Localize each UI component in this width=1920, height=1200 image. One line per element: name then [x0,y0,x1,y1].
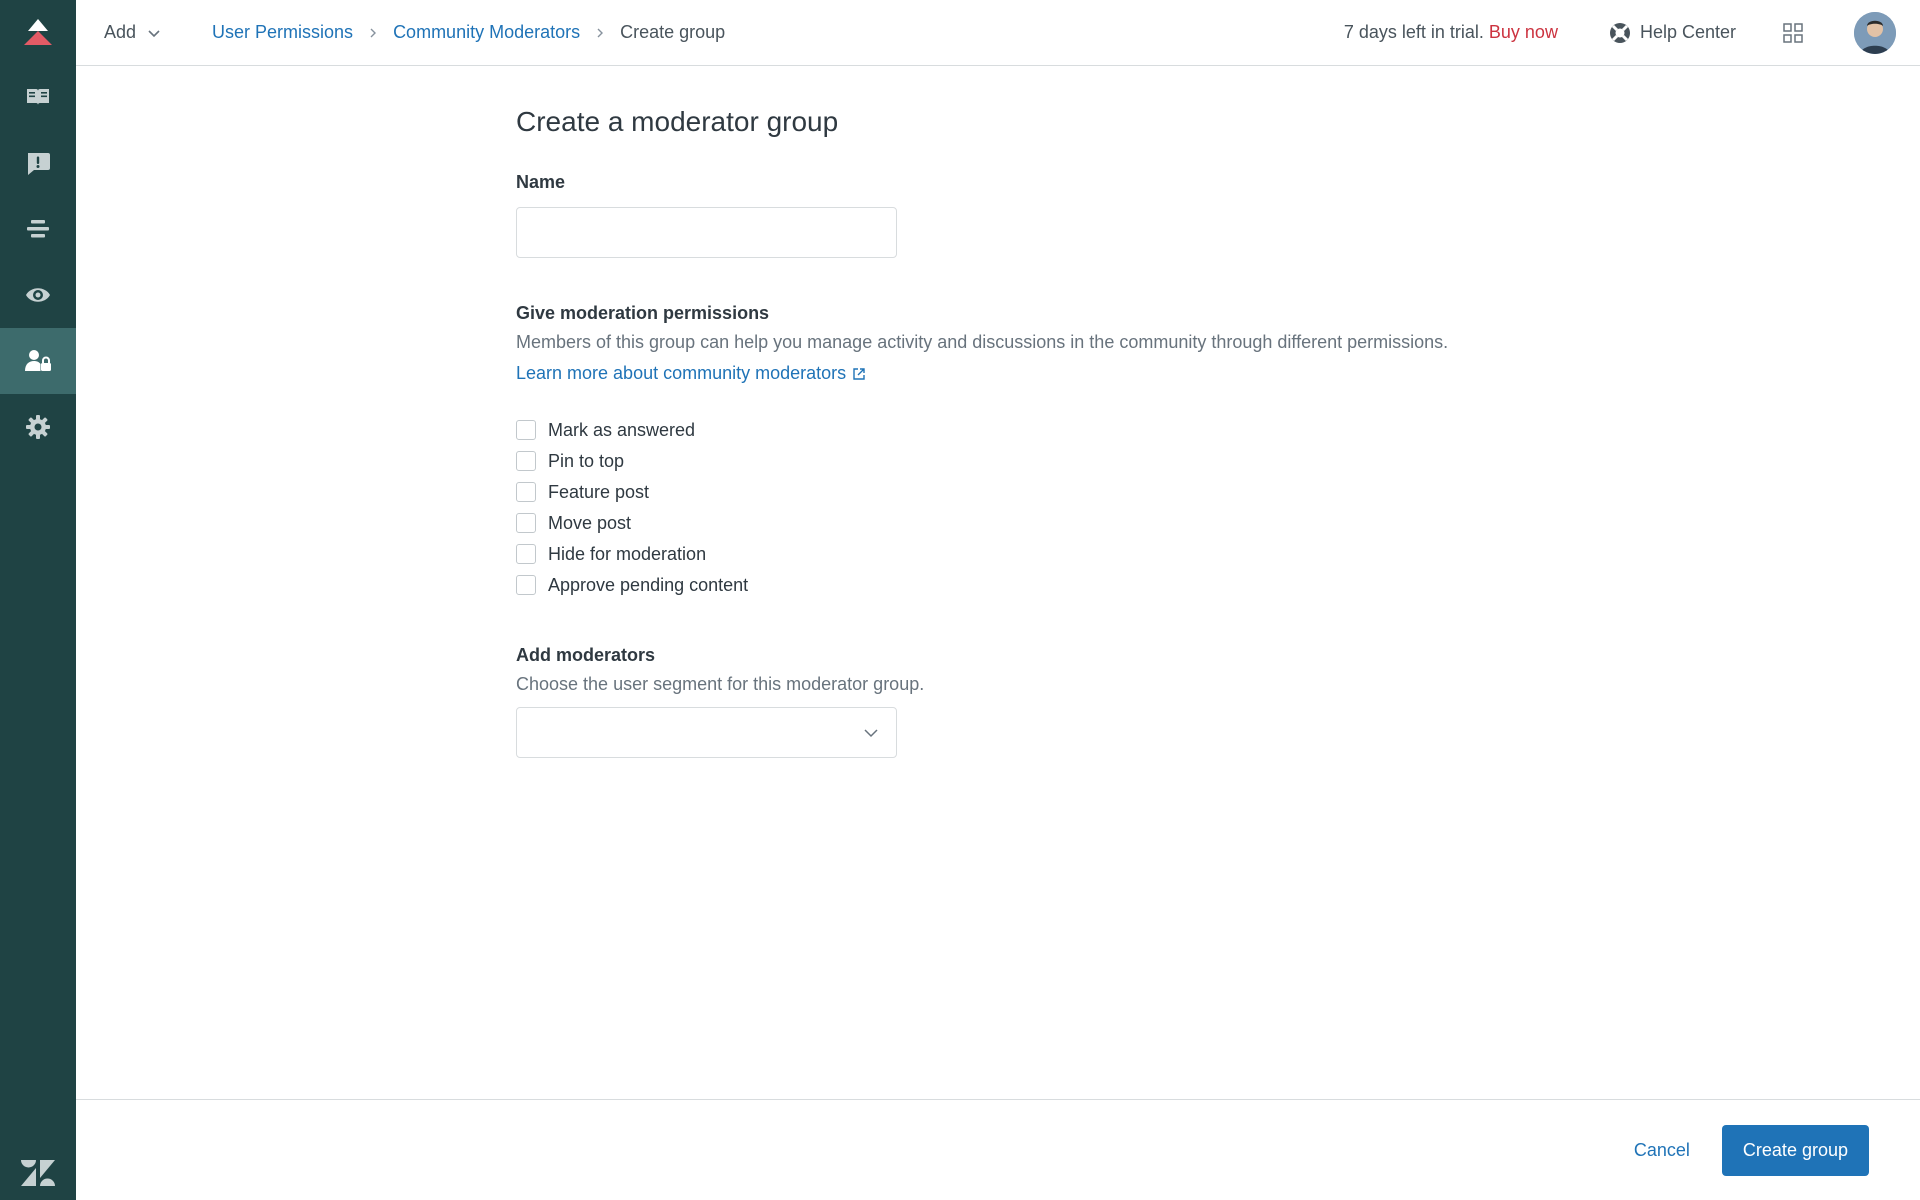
add-menu-button[interactable]: Add [104,22,162,43]
top-right-controls: 7 days left in trial. Buy now Help Cente… [1343,11,1920,54]
checkbox[interactable] [516,482,536,502]
sidebar-item-moderation[interactable] [0,130,76,196]
sidebar-item-themes[interactable] [0,262,76,328]
permission-label: Feature post [548,481,650,502]
permission-label: Mark as answered [548,419,696,440]
help-center-button[interactable]: Help Center [1608,21,1736,45]
user-segment-select[interactable] [516,707,897,758]
permission-label: Approve pending content [548,574,749,595]
permission-pin-to-top[interactable]: Pin to top [516,451,1516,471]
buy-now-link[interactable]: Buy now [1489,22,1558,43]
breadcrumb-community-moderators[interactable]: Community Moderators [393,22,580,43]
help-center-label: Help Center [1639,22,1736,42]
sidebar-item-guides[interactable] [0,64,76,130]
permission-label: Move post [548,512,632,533]
zendesk-logo-icon[interactable] [0,1160,76,1186]
permission-label: Pin to top [548,450,625,471]
sidebar-item-user-permissions[interactable] [0,328,76,394]
form-footer: Cancel Create group [76,1099,1920,1200]
add-moderators-hint: Choose the user segment for this moderat… [516,674,925,694]
top-bar: Add User Permissions Community Moderator… [76,0,1920,66]
checkbox[interactable] [516,513,536,533]
book-icon [27,89,49,105]
breadcrumb: User Permissions Community Moderators Cr… [212,22,725,43]
add-menu-label: Add [104,22,137,42]
alert-message-icon [28,153,50,175]
chevron-right-icon [367,27,379,39]
learn-more-label: Learn more about community moderators [516,363,847,383]
create-group-form: Create a moderator group Name Give moder… [516,66,1516,758]
lifebuoy-icon [1609,22,1630,43]
guide-logo-icon[interactable] [0,0,76,64]
checkbox[interactable] [516,575,536,595]
permission-mark-as-answered[interactable]: Mark as answered [516,420,1516,440]
permissions-hint: Members of this group can help you manag… [516,332,1449,352]
permission-checkbox-list: Mark as answered Pin to top Feature post… [516,420,1516,595]
external-link-icon [853,367,865,380]
sidebar-item-settings[interactable] [0,394,76,460]
sidebar-item-arrange[interactable] [0,196,76,262]
checkbox[interactable] [516,544,536,564]
create-group-button[interactable]: Create group [1721,1124,1869,1176]
chevron-down-icon [148,29,160,37]
checkbox[interactable] [516,420,536,440]
cancel-button[interactable]: Cancel [1632,1128,1692,1173]
gear-icon [26,415,50,439]
align-icon [27,220,49,238]
add-moderators-label: Add moderators [516,645,656,665]
chevron-right-icon [594,27,606,39]
permission-approve-pending-content[interactable]: Approve pending content [516,575,1516,595]
permission-move-post[interactable]: Move post [516,513,1516,533]
permission-label: Hide for moderation [548,543,707,564]
apps-grid-icon[interactable] [1782,22,1804,44]
eye-icon [26,288,50,302]
page-title: Create a moderator group [516,106,839,137]
learn-more-link[interactable]: Learn more about community moderators [516,363,866,384]
name-input[interactable] [516,207,897,258]
permission-feature-post[interactable]: Feature post [516,482,1516,502]
permissions-label: Give moderation permissions [516,303,770,323]
user-avatar[interactable] [1854,11,1896,54]
product-sidebar [0,0,76,1200]
chevron-down-icon [864,728,878,737]
user-lock-icon [25,350,51,371]
breadcrumb-user-permissions[interactable]: User Permissions [212,22,353,43]
trial-status: 7 days left in trial. [1343,22,1484,42]
permission-hide-for-moderation[interactable]: Hide for moderation [516,544,1516,564]
checkbox[interactable] [516,451,536,471]
breadcrumb-current: Create group [620,22,726,42]
name-label: Name [516,172,566,192]
